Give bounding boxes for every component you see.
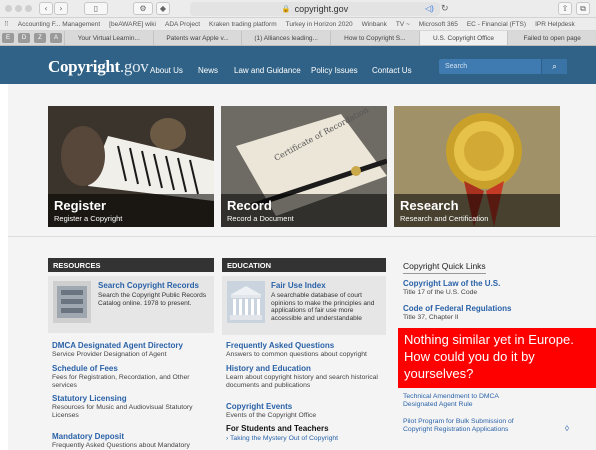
link-statutory-licensing[interactable]: Statutory Licensing xyxy=(52,394,127,403)
link-description: Answers to common questions about copyri… xyxy=(226,351,367,358)
hero-title: Register xyxy=(54,198,107,213)
hero-title: Record xyxy=(227,198,272,213)
hero-caption: Register Register a Copyright xyxy=(48,194,214,227)
link-pilot-program[interactable]: Pilot Program for Bulk Submission of Cop… xyxy=(403,418,523,434)
pinned-tab[interactable]: E xyxy=(2,33,14,43)
minimize-window-icon[interactable] xyxy=(15,5,22,12)
bookmark-item[interactable]: Accounting F... Management xyxy=(18,21,100,28)
feature-title[interactable]: Fair Use Index xyxy=(271,281,326,290)
tab[interactable]: Failed to open page xyxy=(507,31,596,45)
share-icon[interactable]: ⇧ xyxy=(558,2,572,15)
link-description: Events of the Copyright Office xyxy=(226,412,317,419)
link-technical-amendment[interactable]: Technical Amendment to DMCA Designated A… xyxy=(403,393,523,409)
logo-main: Copyright xyxy=(48,57,120,76)
search-icon[interactable]: ⌕ xyxy=(541,59,567,74)
bookmark-item[interactable]: Turkey in Horizon 2020 xyxy=(286,21,353,28)
tab[interactable]: Patents war Apple v... xyxy=(152,31,242,45)
address-text: copyright.gov xyxy=(294,4,349,14)
reload-icon[interactable]: ↻ xyxy=(441,3,449,14)
hero-record[interactable]: Certificate of Recordation Record Record… xyxy=(221,106,387,227)
hero-subtitle: Research and Certification xyxy=(400,214,489,223)
tabs-overview-icon[interactable]: ⧉ xyxy=(576,2,590,15)
hero-title: Research xyxy=(400,198,459,213)
link-cfr[interactable]: Code of Federal Regulations xyxy=(403,304,511,313)
bookmark-item[interactable]: Winbank xyxy=(362,21,387,28)
hero-subtitle: Record a Document xyxy=(227,214,294,223)
shield-icon[interactable]: ◆ xyxy=(156,2,170,15)
link-faq[interactable]: Frequently Asked Questions xyxy=(226,341,334,350)
browser-toolbar: ‹ › ▯ ⚙ ◆ 🔒 copyright.gov ◁) ↻ ⇧ ⧉ xyxy=(0,0,596,18)
gear-icon[interactable]: ⚙ xyxy=(133,2,153,15)
tab[interactable]: How to Copyright S... xyxy=(330,31,419,45)
link-description: Service Provider Designation of Agent xyxy=(52,351,167,358)
quick-links-title: Copyright Quick Links xyxy=(403,261,486,274)
link-copyright-law[interactable]: Copyright Law of the U.S. xyxy=(403,279,500,288)
students-teachers-heading: For Students and Teachers xyxy=(226,424,329,433)
link-description: Fees for Registration, Recordation, and … xyxy=(52,374,190,389)
audio-icon[interactable]: ◁) xyxy=(425,4,434,13)
link-description: Learn about copyright history and search… xyxy=(226,374,378,389)
bookmark-item[interactable]: Microsoft 365 xyxy=(419,21,458,28)
close-window-icon[interactable] xyxy=(5,5,12,12)
hero-caption: Research Research and Certification xyxy=(394,194,560,227)
bookmark-item[interactable]: ADA Project xyxy=(165,21,200,28)
bookmark-item[interactable]: [beAWARE] wiki xyxy=(109,21,156,28)
sidebar-icon[interactable]: ▯ xyxy=(84,2,108,15)
pinned-tab[interactable]: A xyxy=(50,33,62,43)
lock-icon: 🔒 xyxy=(281,6,291,13)
pinned-tab[interactable]: D xyxy=(18,33,30,43)
hero-register[interactable]: Register Register a Copyright xyxy=(48,106,214,227)
link-description: Resources for Music and Audiovisual Stat… xyxy=(52,404,193,419)
education-feature[interactable]: Fair Use Index A searchable database of … xyxy=(222,276,386,335)
link-dmca-directory[interactable]: DMCA Designated Agent Directory xyxy=(52,341,183,350)
resources-feature[interactable]: Search Copyright Records Search the Copy… xyxy=(48,276,214,333)
hero-research[interactable]: Research Research and Certification xyxy=(394,106,560,227)
address-bar[interactable]: 🔒 copyright.gov xyxy=(190,2,440,16)
link-description: Frequently Asked Questions about Mandato… xyxy=(52,442,190,449)
annotation-overlay: Nothing similar yet in Europe. How could… xyxy=(398,328,596,388)
feature-text: A searchable database of court opinions … xyxy=(271,292,375,322)
site-logo[interactable]: Copyright.gov xyxy=(48,57,149,77)
tab-bar: E D Z A Your Virtual Learnin... Patents … xyxy=(0,31,596,46)
hero-caption: Record Record a Document xyxy=(221,194,387,227)
resources-header: RESOURCES xyxy=(48,258,214,272)
feature-title[interactable]: Search Copyright Records xyxy=(98,281,199,290)
forward-icon[interactable]: › xyxy=(54,2,68,15)
scroll-arrow-icon[interactable]: ◊ xyxy=(565,424,569,433)
bookmark-item[interactable]: TV ~ xyxy=(396,21,410,28)
courthouse-thumbnail xyxy=(227,281,265,323)
bookmark-item[interactable]: Kraken trading platform xyxy=(209,21,277,28)
link-history-education[interactable]: History and Education xyxy=(226,364,311,373)
nav-contact-us[interactable]: Contact Us xyxy=(372,66,412,75)
zoom-window-icon[interactable] xyxy=(25,5,32,12)
pinned-tab[interactable]: Z xyxy=(34,33,46,43)
hero-subtitle: Register a Copyright xyxy=(54,214,123,223)
link-copyright-events[interactable]: Copyright Events xyxy=(226,402,292,411)
records-thumbnail xyxy=(53,281,91,323)
back-icon[interactable]: ‹ xyxy=(39,2,53,15)
section-divider xyxy=(8,236,596,237)
tab[interactable]: (1) Alliances leading... xyxy=(241,31,330,45)
tab[interactable]: Your Virtual Learnin... xyxy=(64,31,153,45)
logo-gov: .gov xyxy=(119,57,149,76)
tab-active[interactable]: U.S. Copyright Office xyxy=(418,31,508,45)
bookmark-item[interactable]: EC - Financial (FTS) xyxy=(467,21,526,28)
grid-icon[interactable]: ⠿ xyxy=(4,20,9,28)
nav-law-and-guidance[interactable]: Law and Guidance xyxy=(234,66,301,75)
link-mandatory-deposit[interactable]: Mandatory Deposit xyxy=(52,432,124,441)
link-text: Taking the Mystery Out of Copyright xyxy=(230,435,339,442)
bookmarks-bar: ⠿ Accounting F... Management [beAWARE] w… xyxy=(0,18,596,31)
link-schedule-of-fees[interactable]: Schedule of Fees xyxy=(52,364,118,373)
nav-policy-issues[interactable]: Policy Issues xyxy=(311,66,358,75)
link-description: Title 17 of the U.S. Code xyxy=(403,289,478,296)
feature-text: Search the Copyright Public Records Cata… xyxy=(98,292,207,307)
education-header: EDUCATION xyxy=(222,258,386,272)
nav-about-us[interactable]: About Us xyxy=(150,66,183,75)
link-description: Title 37, Chapter II xyxy=(403,314,459,321)
nav-news[interactable]: News xyxy=(198,66,218,75)
link-taking-mystery[interactable]: › Taking the Mystery Out of Copyright xyxy=(226,435,338,443)
bookmark-item[interactable]: IPR Helpdesk xyxy=(535,21,575,28)
